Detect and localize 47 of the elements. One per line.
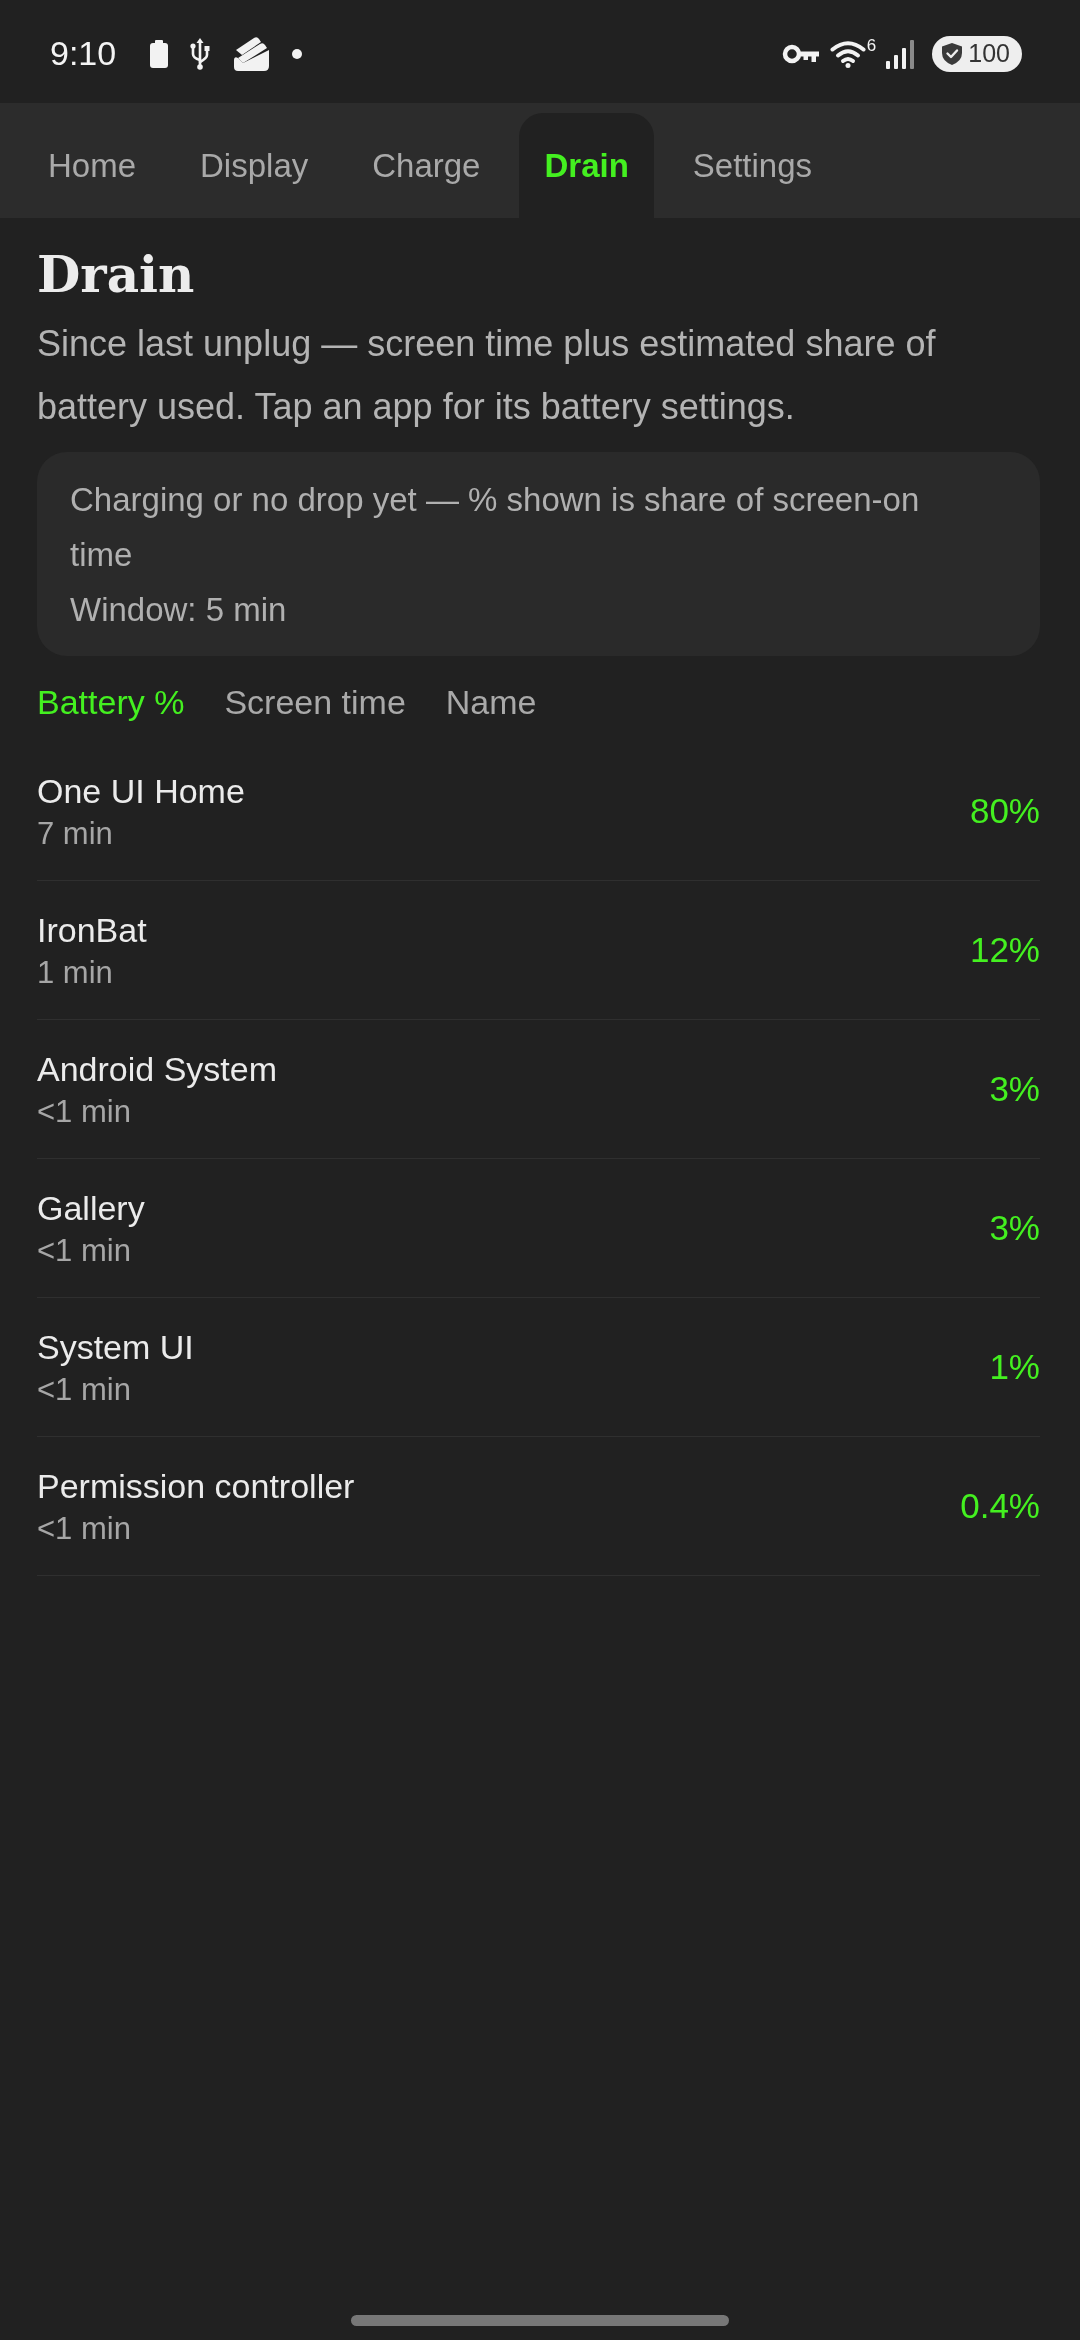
- sort-option[interactable]: Name: [445, 680, 537, 724]
- app-name: One UI Home: [37, 770, 245, 812]
- wifi-badge-text: 6: [866, 35, 877, 56]
- battery-share-text: 0.4%: [960, 1486, 1040, 1526]
- app-name: Permission controller: [37, 1465, 355, 1507]
- app-name: IronBat: [37, 909, 147, 951]
- app-name: Gallery: [37, 1187, 145, 1229]
- battery-share-text: 12%: [969, 930, 1040, 970]
- app-list-item[interactable]: One UI Home 7 min 80%: [37, 742, 1040, 881]
- page-title: Drain: [37, 244, 196, 306]
- screen-time-text: <1 min: [37, 1509, 132, 1548]
- screen-time-text: <1 min: [37, 1231, 132, 1270]
- app-list-item[interactable]: System UI <1 min 1%: [37, 1298, 1040, 1437]
- battery-share-text: 3%: [989, 1208, 1040, 1248]
- usb-icon: [190, 37, 211, 70]
- battery-share-text: 80%: [969, 791, 1040, 831]
- wifi-icon: [829, 39, 866, 68]
- screen-time-text: 7 min: [37, 814, 114, 853]
- battery-level-text: 100: [968, 39, 1010, 68]
- sort-option[interactable]: Battery %: [37, 680, 185, 724]
- tab[interactable]: Charge: [347, 113, 506, 218]
- page-description: Since last unplug — screen time plus estimated share of battery used. Tap an app for its battery settings.: [37, 322, 937, 429]
- tab[interactable]: Drain: [519, 113, 654, 218]
- battery-icon: [150, 39, 169, 68]
- shield-check-icon: [942, 42, 963, 65]
- screen-time-text: <1 min: [37, 1370, 132, 1409]
- app-list-item[interactable]: Gallery <1 min 3%: [37, 1159, 1040, 1298]
- app-name: Android System: [37, 1048, 277, 1090]
- notification-dot-icon: [292, 48, 303, 59]
- signal-bars-icon: [886, 38, 917, 69]
- battery-share-text: 3%: [989, 1069, 1040, 1109]
- app-list-item[interactable]: Android System <1 min 3%: [37, 1020, 1040, 1159]
- key-icon: [781, 42, 820, 65]
- stacked-layers-icon: [232, 35, 271, 72]
- tab[interactable]: Display: [175, 113, 334, 218]
- battery-share-text: 1%: [989, 1347, 1040, 1387]
- notice-text: Window: 5 min: [70, 590, 288, 630]
- app-name: System UI: [37, 1326, 194, 1368]
- app-list-item[interactable]: Permission controller <1 min 0.4%: [37, 1437, 1040, 1576]
- notice-text: Charging or no drop yet — % shown is share of screen-on time: [70, 480, 921, 575]
- tab[interactable]: Settings: [667, 113, 838, 218]
- app-list-item[interactable]: IronBat 1 min 12%: [37, 881, 1040, 1020]
- tab[interactable]: Home: [23, 113, 162, 218]
- screen-time-text: <1 min: [37, 1092, 132, 1131]
- status-time: 9:10: [50, 34, 117, 73]
- sort-option[interactable]: Screen time: [224, 680, 406, 724]
- screen-time-text: 1 min: [37, 953, 114, 992]
